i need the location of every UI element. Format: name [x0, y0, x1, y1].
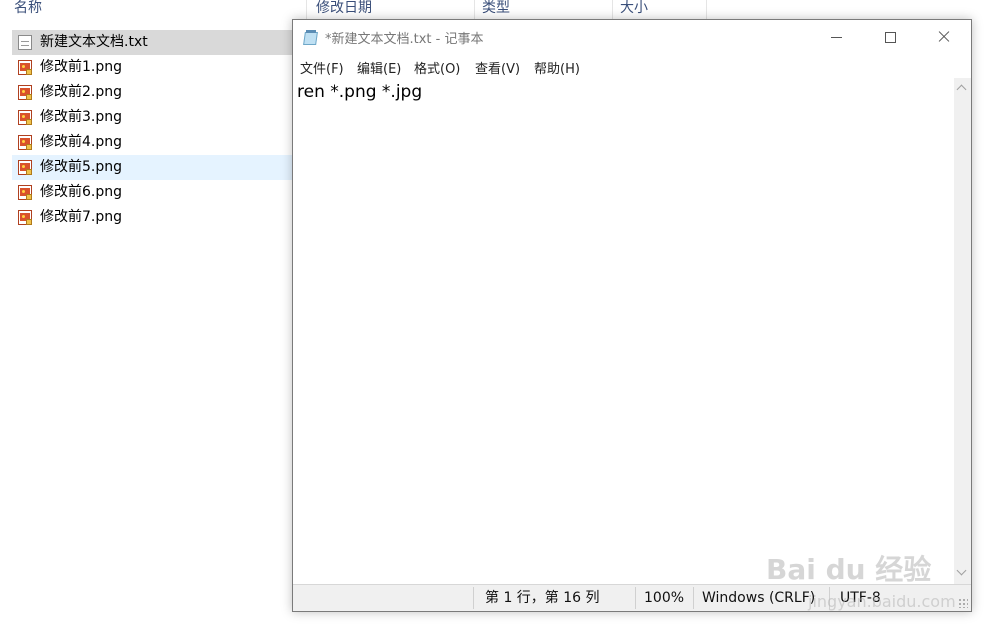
file-name: 修改前4.png [40, 134, 123, 150]
menu-edit[interactable]: 编辑(E) [357, 58, 401, 77]
file-row[interactable]: 修改前4.png [12, 130, 312, 155]
scroll-down-icon[interactable] [956, 565, 967, 576]
menu-help[interactable]: 帮助(H) [534, 58, 580, 77]
file-row[interactable]: 修改前7.png [12, 205, 312, 230]
file-list: 新建文本文档.txt 修改前1.png 修改前2.png 修改前3.png 修改… [12, 30, 312, 230]
file-row[interactable]: 修改前3.png [12, 105, 312, 130]
line-ending: Windows (CRLF) [702, 590, 816, 606]
notepad-icon [303, 30, 319, 45]
window-title: *新建文本文档.txt - 记事本 [325, 32, 484, 47]
image-file-icon [18, 160, 32, 175]
file-name: 修改前5.png [40, 159, 123, 175]
cursor-position: 第 1 行，第 16 列 [485, 590, 600, 606]
file-row[interactable]: 新建文本文档.txt [12, 30, 312, 55]
watermark-logo: Bai du 经验 [766, 553, 932, 586]
file-row[interactable]: 修改前2.png [12, 80, 312, 105]
column-header-name[interactable]: 名称 [14, 0, 42, 22]
menu-file[interactable]: 文件(F) [300, 58, 344, 77]
notepad-window: *新建文本文档.txt - 记事本 文件(F) 编辑(E) 格式(O) 查看(V… [292, 19, 972, 612]
zoom-level: 100% [644, 590, 685, 606]
image-file-icon [18, 210, 32, 225]
vertical-scrollbar[interactable] [954, 78, 971, 584]
close-button[interactable] [921, 20, 967, 54]
file-name: 新建文本文档.txt [40, 34, 148, 50]
scroll-up-icon[interactable] [956, 84, 967, 95]
watermark-url: jingyan.baidu.com [808, 592, 956, 611]
file-name: 修改前3.png [40, 109, 123, 125]
file-name: 修改前7.png [40, 209, 123, 225]
title-bar[interactable]: *新建文本文档.txt - 记事本 [293, 20, 971, 54]
file-row[interactable]: 修改前5.png [12, 155, 312, 180]
image-file-icon [18, 185, 32, 200]
image-file-icon [18, 110, 32, 125]
file-name: 修改前6.png [40, 184, 123, 200]
file-row[interactable]: 修改前6.png [12, 180, 312, 205]
menu-view[interactable]: 查看(V) [475, 58, 520, 77]
file-row[interactable]: 修改前1.png [12, 55, 312, 80]
text-editor[interactable]: ren *.png *.jpg [293, 78, 953, 584]
maximize-button[interactable] [867, 20, 913, 54]
minimize-button[interactable] [813, 20, 859, 54]
resize-grip-icon[interactable] [958, 598, 968, 608]
image-file-icon [18, 60, 32, 75]
menu-bar: 文件(F) 编辑(E) 格式(O) 查看(V) 帮助(H) [293, 54, 971, 78]
image-file-icon [18, 85, 32, 100]
file-name: 修改前2.png [40, 84, 123, 100]
image-file-icon [18, 135, 32, 150]
menu-format[interactable]: 格式(O) [414, 58, 460, 77]
file-name: 修改前1.png [40, 59, 123, 75]
text-file-icon [18, 35, 32, 50]
